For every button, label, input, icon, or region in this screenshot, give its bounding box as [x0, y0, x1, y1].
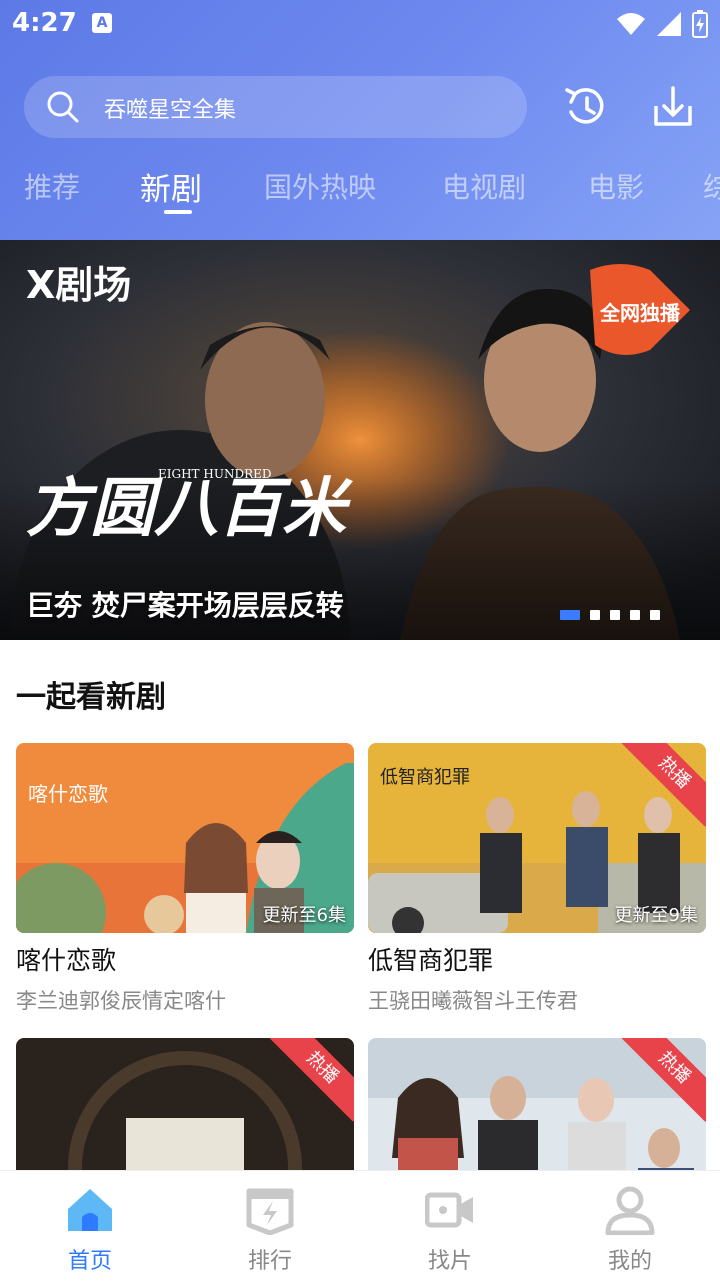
- banner-caption: 巨夯 焚尸案开场层层反转: [26, 589, 344, 622]
- battery-icon: [692, 10, 708, 38]
- drama-card[interactable]: 喀什恋歌 更新至6集 喀什恋歌 李兰迪郭俊辰情定喀什: [16, 743, 354, 1015]
- tab-tv-series[interactable]: 电视剧: [442, 166, 526, 206]
- section-title: 一起看新剧: [16, 680, 166, 715]
- carousel-dot[interactable]: [590, 610, 600, 620]
- exclusive-badge-text: 全网独播: [599, 301, 681, 325]
- status-icons: [616, 10, 708, 38]
- drama-title: 低智商犯罪: [368, 946, 494, 975]
- search-input[interactable]: 吞噬星空全集: [24, 76, 527, 138]
- nav-home[interactable]: 首页: [0, 1171, 180, 1281]
- banner-title-art-en: EIGHT HUNDRED: [158, 467, 271, 481]
- carousel-dot[interactable]: [630, 610, 640, 620]
- video-camera-icon: [425, 1192, 473, 1228]
- status-time: 4:27: [12, 8, 77, 38]
- poster-title: 低智商犯罪: [380, 767, 470, 788]
- nav-label: 首页: [67, 1249, 112, 1274]
- drama-subtitle: 王骁田曦薇智斗王传君: [368, 989, 578, 1013]
- nav-label: 排行: [247, 1249, 292, 1274]
- wifi-icon: [617, 13, 645, 35]
- search-icon: [47, 91, 79, 123]
- tab-movies[interactable]: 电影: [588, 166, 644, 206]
- bottom-navigation: 首页 排行 找片 我的: [0, 1170, 720, 1281]
- tab-overseas[interactable]: 国外热映: [264, 166, 376, 206]
- carousel-dot[interactable]: [650, 610, 660, 620]
- featured-banner[interactable]: X剧场 方圆八百米 EIGHT HUNDRED 全网独播: [0, 240, 720, 640]
- drama-title: 喀什恋歌: [16, 946, 117, 975]
- search-placeholder: 吞噬星空全集: [104, 98, 237, 123]
- ranking-icon: [246, 1188, 294, 1235]
- profile-icon: [605, 1186, 655, 1235]
- tab-variety[interactable]: 综: [703, 166, 720, 206]
- tab-new-dramas[interactable]: 新剧: [140, 164, 202, 209]
- category-tabs: 推荐 新剧 国外热映 电视剧 电影 综: [0, 160, 720, 220]
- carousel-dot[interactable]: [610, 610, 620, 620]
- episode-update: 更新至6集: [262, 905, 346, 926]
- tab-active-indicator: [164, 210, 192, 214]
- tab-recommend[interactable]: 推荐: [24, 166, 80, 206]
- history-icon[interactable]: [561, 82, 611, 132]
- nav-label: 找片: [427, 1249, 472, 1274]
- banner-artwork: X剧场 方圆八百米 EIGHT HUNDRED 全网独播: [0, 240, 720, 640]
- drama-poster[interactable]: 低智商犯罪 更新至9集 热播: [368, 743, 706, 933]
- status-bar: 4:27 A: [0, 0, 720, 50]
- carousel-dot[interactable]: [560, 610, 580, 620]
- header: 4:27 A 吞噬星空全集 推荐 新剧 国外热映 电视剧 电影 综: [0, 0, 720, 240]
- nav-find-video[interactable]: 找片: [360, 1171, 540, 1281]
- nav-label: 我的: [607, 1249, 652, 1274]
- signal-icon: [657, 12, 681, 36]
- drama-card[interactable]: 低智商犯罪 更新至9集 热播 低智商犯罪 王骁田曦薇智斗王传君: [368, 743, 706, 1015]
- banner-title-art: 方圆八百米: [26, 471, 353, 546]
- home-icon: [68, 1189, 112, 1231]
- poster-title: 喀什恋歌: [28, 782, 108, 806]
- drama-subtitle: 李兰迪郭俊辰情定喀什: [16, 989, 226, 1013]
- nav-profile[interactable]: 我的: [540, 1171, 720, 1281]
- drama-poster[interactable]: 喀什恋歌 更新至6集: [16, 743, 354, 933]
- carousel-indicator: [560, 610, 660, 620]
- download-icon[interactable]: [648, 82, 698, 132]
- nav-ranking[interactable]: 排行: [180, 1171, 360, 1281]
- episode-update: 更新至9集: [614, 905, 698, 926]
- channel-logo: X剧场: [26, 263, 131, 307]
- notification-icon: A: [92, 13, 112, 33]
